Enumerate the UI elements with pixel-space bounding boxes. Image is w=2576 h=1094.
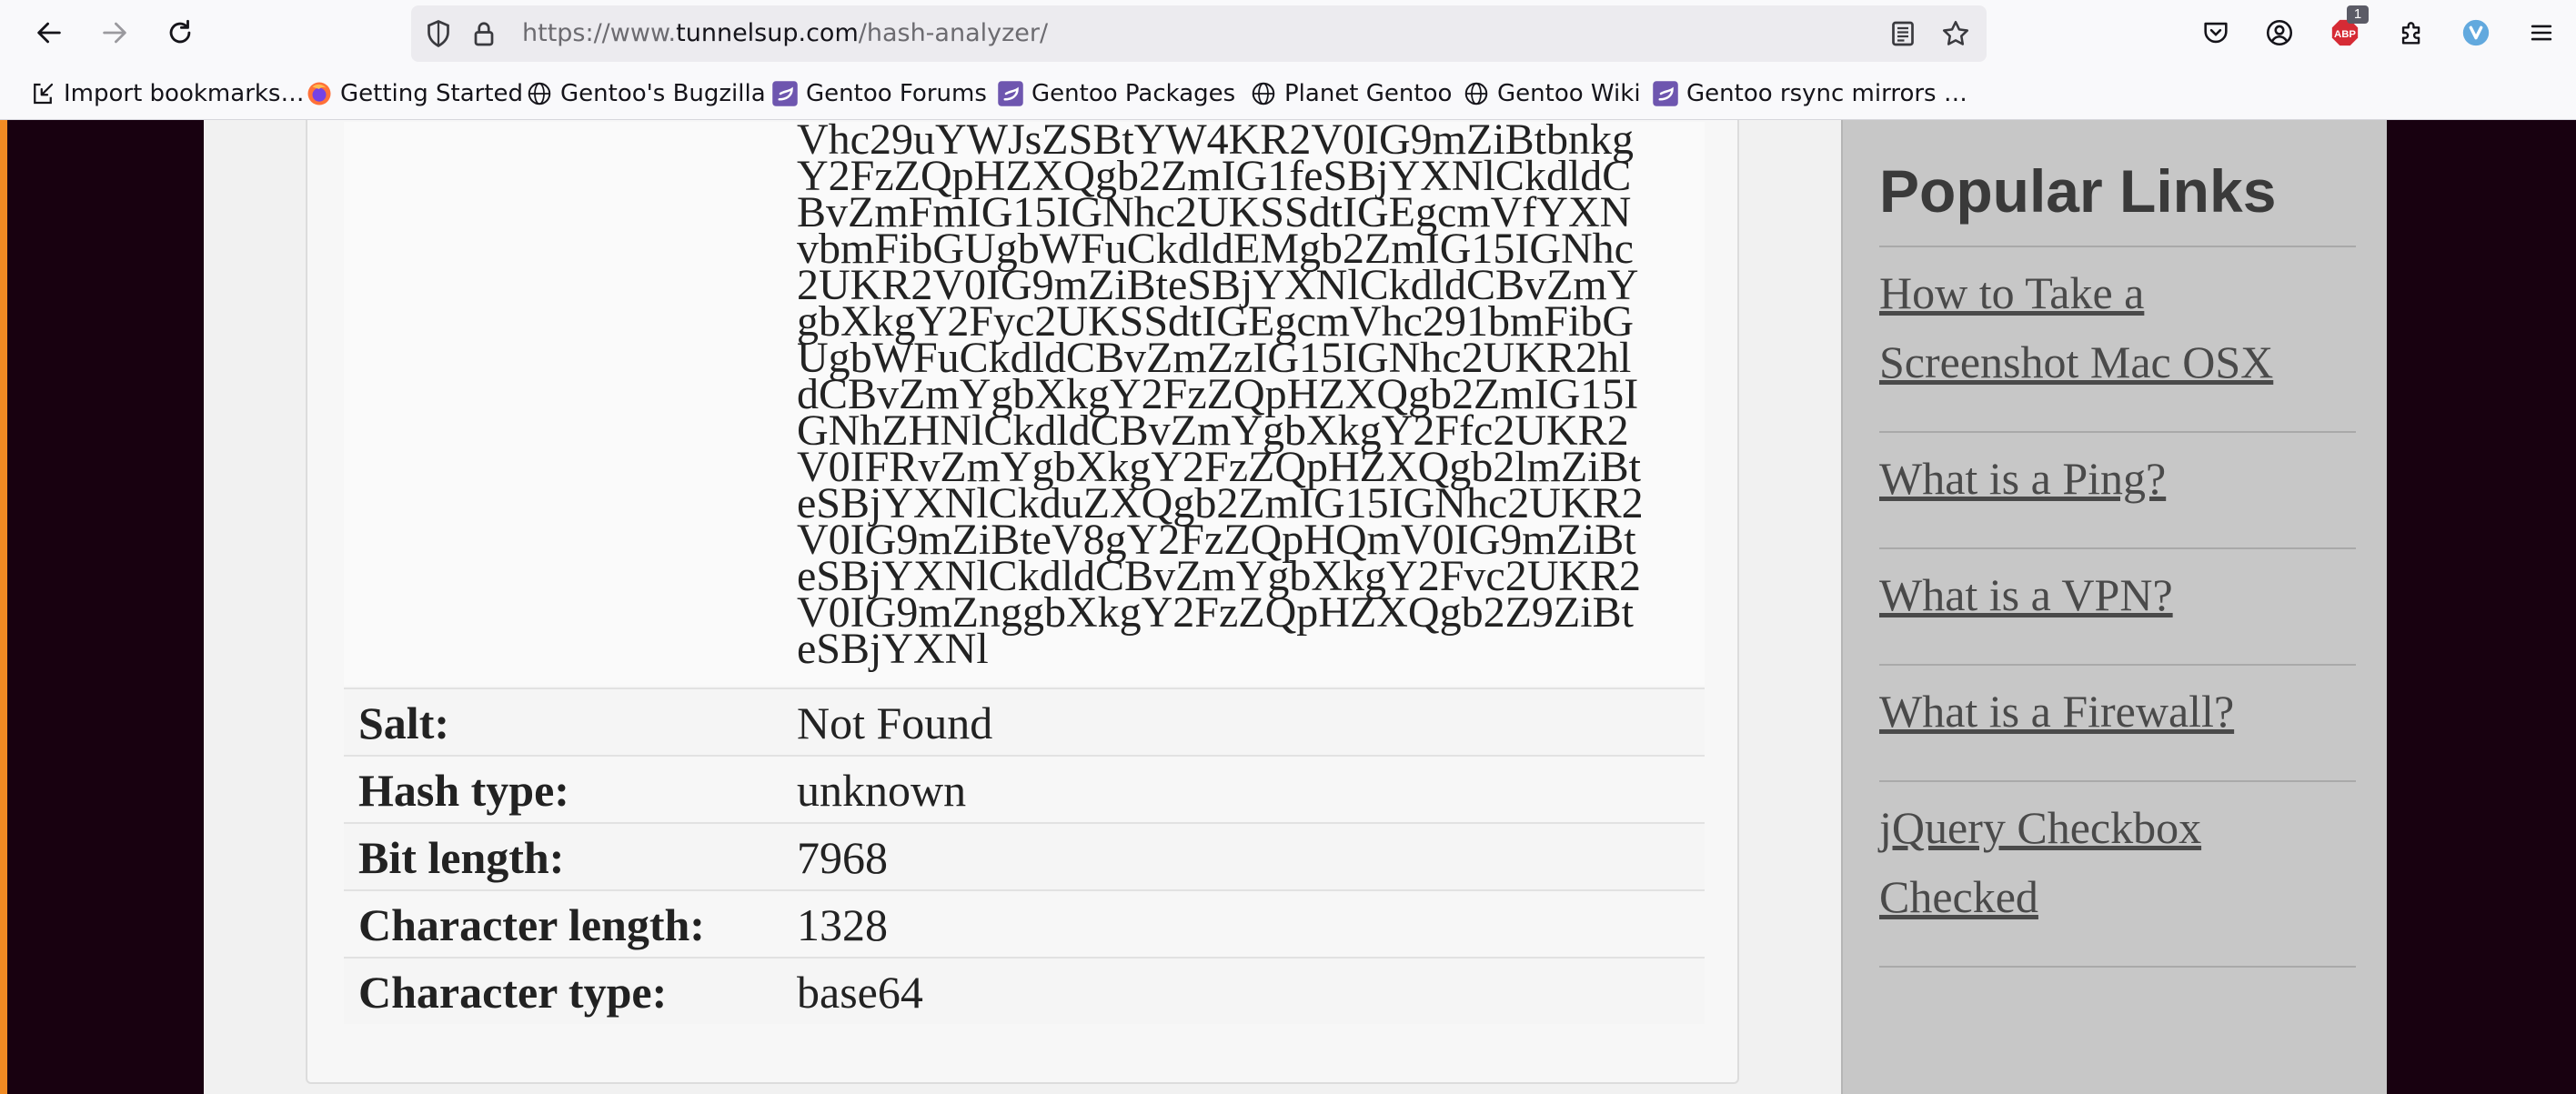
- adblock-plus-button[interactable]: ABP 1: [2327, 5, 2369, 51]
- bookmark-gentoo-rsync-mirrors[interactable]: Gentoo rsync mirrors …: [1652, 79, 1967, 108]
- globe-icon: [1252, 82, 1275, 105]
- back-arrow-icon: [37, 22, 61, 44]
- bookmark-label: Gentoo's Bugzilla: [560, 80, 766, 107]
- firefox-icon: [307, 82, 331, 105]
- gentoo-icon: [998, 81, 1023, 106]
- property-label: Character length:: [358, 899, 705, 950]
- property-label: Hash type:: [358, 765, 569, 816]
- account-button[interactable]: [2261, 15, 2298, 51]
- hamburger-menu-icon: [2531, 25, 2552, 41]
- hash-property-row: Character type: base64: [344, 957, 1705, 1024]
- bookmark-label: Getting Started: [340, 80, 524, 107]
- reader-view-icon[interactable]: [1887, 17, 1919, 50]
- bookmark-label: Gentoo Wiki: [1497, 80, 1641, 107]
- popular-link[interactable]: What is a Firewall?: [1879, 677, 2356, 746]
- popular-link-text: Checked: [1879, 871, 2038, 922]
- bookmark-planet-gentoo[interactable]: Planet Gentoo: [1250, 79, 1452, 108]
- pocket-button[interactable]: [2198, 15, 2234, 51]
- property-label: Character type:: [358, 967, 668, 1018]
- page-background-right: [2387, 120, 2576, 1094]
- star-icon[interactable]: [1939, 17, 1972, 50]
- popular-link-text: jQuery Checkbox: [1879, 802, 2202, 853]
- puzzle-icon: [2401, 22, 2420, 45]
- reload-icon: [169, 19, 191, 44]
- sidebar-divider: [1879, 966, 2356, 968]
- vivaldi-extension-button[interactable]: [2458, 15, 2494, 51]
- sidebar-divider: [1879, 246, 2356, 247]
- hash-value: Vhc29uYWJsZSBtYW4KR2V0IG9mZiBtbnkg Y2FzZQ…: [797, 122, 1697, 686]
- hash-value-row: Vhc29uYWJsZSBtYW4KR2V0IG9mZiBtbnkg Y2FzZQ…: [344, 122, 1705, 686]
- hash-line: eSBjYXNl: [797, 625, 989, 673]
- menu-button[interactable]: [2523, 15, 2560, 51]
- bookmarks-toolbar: Import bookmarks… Getting Started Gentoo…: [0, 67, 2576, 120]
- extensions-button[interactable]: [2394, 15, 2430, 51]
- forward-arrow-icon: [103, 22, 126, 44]
- property-value: base64: [797, 967, 923, 1018]
- extension-badge: 1: [2347, 5, 2369, 24]
- window-focus-edge: [0, 120, 7, 1094]
- account-icon: [2266, 19, 2293, 46]
- globe-icon: [1464, 82, 1488, 105]
- bookmark-label: Gentoo Packages: [1031, 80, 1236, 107]
- sidebar-title: Popular Links: [1879, 157, 2277, 225]
- browser-toolbar: https://www.tunnelsup.com/hash-analyzer/…: [0, 0, 2576, 67]
- popular-link[interactable]: What is a VPN?: [1879, 560, 2356, 629]
- popular-link-text: What is a Firewall?: [1879, 686, 2235, 737]
- url-host: tunnelsup.com: [676, 19, 859, 47]
- property-value: 1328: [797, 899, 888, 950]
- property-value: Not Found: [797, 698, 993, 748]
- bookmark-label: Import bookmarks…: [64, 80, 305, 107]
- page-wrapper: Vhc29uYWJsZSBtYW4KR2V0IG9mZiBtbnkg Y2FzZQ…: [204, 120, 2387, 1094]
- hash-property-row: Hash type: unknown: [344, 755, 1705, 822]
- sidebar-divider: [1879, 664, 2356, 666]
- property-value: 7968: [797, 832, 888, 883]
- bookmark-gentoo-wiki[interactable]: Gentoo Wiki: [1463, 79, 1641, 108]
- hash-property-row: Character length: 1328: [344, 889, 1705, 957]
- pocket-icon: [2204, 22, 2228, 44]
- hash-property-row: Salt: Not Found: [344, 688, 1705, 755]
- hash-property-row: Bit length: 7968: [344, 822, 1705, 889]
- lock-icon[interactable]: [468, 17, 500, 50]
- adblock-label: ABP: [2334, 29, 2356, 40]
- address-bar[interactable]: https://www.tunnelsup.com/hash-analyzer/: [411, 5, 1987, 62]
- popular-link[interactable]: jQuery Checkbox Checked: [1879, 793, 2356, 931]
- url-prefix: https://www.: [522, 19, 677, 47]
- property-label: Salt:: [358, 698, 449, 748]
- property-value: unknown: [797, 765, 967, 816]
- bookmark-import[interactable]: Import bookmarks…: [29, 79, 304, 108]
- shield-icon[interactable]: [422, 17, 455, 50]
- hash-results-card: Vhc29uYWJsZSBtYW4KR2V0IG9mZiBtbnkg Y2FzZQ…: [306, 120, 1739, 1084]
- sidebar-divider: [1879, 431, 2356, 433]
- sidebar-divider: [1879, 780, 2356, 782]
- import-icon: [34, 83, 54, 105]
- bookmark-gentoo-bugzilla[interactable]: Gentoo's Bugzilla: [526, 79, 766, 108]
- url-path: /hash-analyzer/: [858, 19, 1049, 47]
- popular-links-sidebar: Popular Links How to Take a Screenshot M…: [1841, 120, 2387, 1094]
- popular-link-text: What is a Ping?: [1879, 453, 2167, 504]
- page-background-left: [7, 120, 204, 1094]
- bookmark-label: Gentoo Forums: [806, 80, 987, 107]
- gentoo-icon: [772, 81, 798, 106]
- bookmark-label: Planet Gentoo: [1284, 80, 1453, 107]
- gentoo-icon: [1653, 81, 1678, 106]
- bookmark-label: Gentoo rsync mirrors …: [1686, 80, 1967, 107]
- property-label: Bit length:: [358, 832, 565, 883]
- popular-link[interactable]: How to Take a Screenshot Mac OSX: [1879, 258, 2356, 396]
- bookmark-gentoo-forums[interactable]: Gentoo Forums: [771, 79, 987, 108]
- sidebar-divider: [1879, 547, 2356, 549]
- forward-button[interactable]: [95, 13, 135, 53]
- page-viewport[interactable]: Vhc29uYWJsZSBtYW4KR2V0IG9mZiBtbnkg Y2FzZQ…: [0, 120, 2576, 1094]
- extension-v-icon: [2462, 19, 2490, 46]
- popular-link-text: What is a VPN?: [1879, 569, 2173, 620]
- back-button[interactable]: [29, 13, 69, 53]
- bookmark-getting-started[interactable]: Getting Started: [306, 79, 523, 108]
- popular-link-text: Screenshot Mac OSX: [1879, 336, 2274, 387]
- globe-icon: [528, 82, 551, 105]
- reload-button[interactable]: [160, 13, 200, 53]
- bookmark-gentoo-packages[interactable]: Gentoo Packages: [997, 79, 1235, 108]
- popular-link[interactable]: What is a Ping?: [1879, 444, 2356, 513]
- popular-link-text: How to Take a: [1879, 267, 2145, 318]
- url-text[interactable]: https://www.tunnelsup.com/hash-analyzer/: [522, 19, 1048, 47]
